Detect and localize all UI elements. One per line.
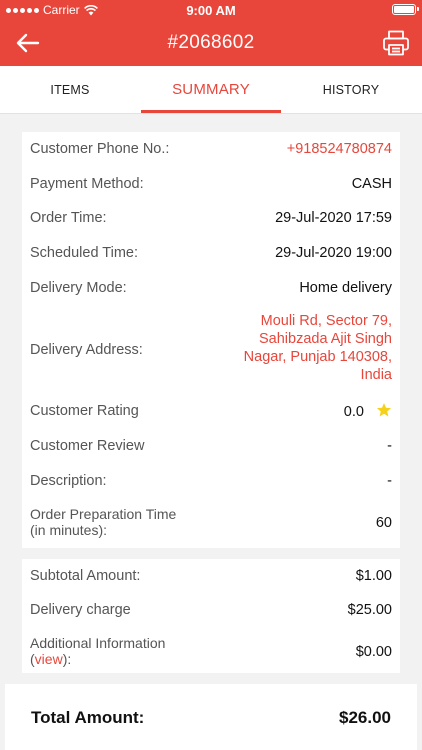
customer-rating-value: 0.0 — [344, 402, 392, 421]
customer-phone-label: Customer Phone No.: — [30, 141, 170, 157]
order-details-card: Customer Phone No.: +918524780874 Paymen… — [22, 132, 400, 548]
additional-info-value: $0.00 — [355, 644, 392, 660]
customer-review-label: Customer Review — [30, 438, 145, 454]
printer-icon — [383, 30, 409, 56]
tab-items[interactable]: ITEMS — [0, 66, 140, 114]
total-amount-card: Total Amount: $26.00 — [5, 684, 417, 750]
preparation-time-label-line2: (in minutes): — [30, 522, 108, 538]
charges-card: Subtotal Amount: $1.00 Delivery charge $… — [22, 559, 400, 673]
payment-method-value: CASH — [351, 176, 392, 192]
total-amount-label: Total Amount: — [31, 708, 145, 727]
battery-icon — [392, 4, 419, 15]
customer-rating-label: Customer Rating — [30, 403, 139, 419]
additional-info-row: Additional Information (view): $0.00 — [22, 635, 400, 669]
subtotal-label: Subtotal Amount: — [30, 568, 141, 584]
total-amount-value: $26.00 — [339, 708, 391, 727]
scheduled-time-label: Scheduled Time: — [30, 245, 139, 261]
additional-info-suffix: ): — [62, 651, 72, 667]
description-value: - — [387, 473, 392, 489]
tab-bar: ITEMS SUMMARY HISTORY — [0, 66, 422, 114]
order-time-value: 29-Jul-2020 17:59 — [275, 210, 392, 226]
delivery-mode-label: Delivery Mode: — [30, 280, 127, 296]
star-icon — [376, 403, 392, 417]
customer-phone-link[interactable]: +918524780874 — [287, 140, 392, 158]
tab-summary[interactable]: SUMMARY — [141, 66, 281, 114]
delivery-charge-label: Delivery charge — [30, 602, 131, 618]
customer-review-value: - — [387, 438, 392, 454]
delivery-address-label: Delivery Address: — [30, 342, 143, 358]
preparation-time-value: 60 — [375, 515, 392, 531]
additional-info-label-line1: Additional Information — [30, 635, 166, 651]
preparation-time-label: Order Preparation Time (in minutes): — [30, 506, 176, 538]
scheduled-time-value: 29-Jul-2020 19:00 — [275, 245, 392, 261]
clock: 9:00 AM — [186, 3, 236, 18]
active-tab-indicator — [141, 110, 281, 113]
preparation-time-label-line1: Order Preparation Time — [30, 506, 177, 522]
additional-info-view-link[interactable]: view — [35, 651, 63, 667]
order-number-title: #2068602 — [167, 32, 255, 53]
navigation-bar: #2068602 — [0, 20, 422, 66]
preparation-time-row: Order Preparation Time (in minutes): 60 — [22, 506, 400, 542]
rating-number: 0.0 — [343, 404, 364, 420]
additional-info-label: Additional Information (view): — [30, 635, 165, 667]
delivery-address-value[interactable]: Mouli Rd, Sector 79, Sahibzada Ajit Sing… — [222, 312, 392, 384]
description-label: Description: — [30, 473, 107, 489]
subtotal-value: $1.00 — [355, 568, 392, 584]
delivery-mode-value: Home delivery — [299, 280, 392, 296]
delivery-address-row: Delivery Address: Mouli Rd, Sector 79, S… — [22, 312, 400, 388]
order-time-label: Order Time: — [30, 210, 107, 226]
tab-history[interactable]: HISTORY — [281, 66, 421, 114]
status-bar: Carrier 9:00 AM — [0, 0, 422, 20]
delivery-charge-value: $25.00 — [347, 602, 392, 618]
print-button[interactable] — [382, 30, 410, 56]
payment-method-label: Payment Method: — [30, 176, 144, 192]
